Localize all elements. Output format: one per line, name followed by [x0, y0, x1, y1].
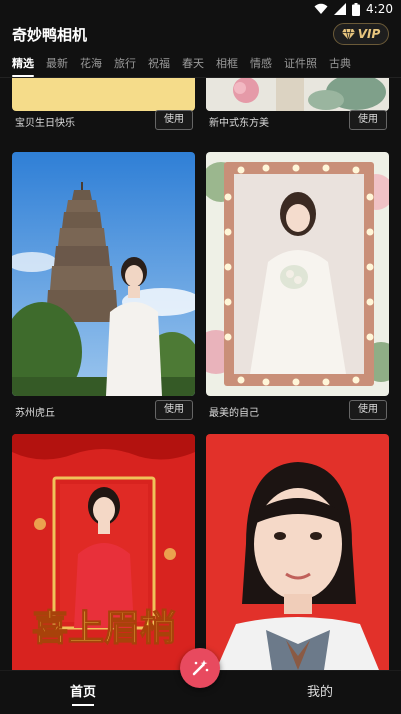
template-thumbnail [12, 78, 195, 111]
wifi-icon [314, 3, 328, 14]
template-caption: 最美的自己 [209, 408, 259, 419]
template-thumbnail [206, 152, 389, 396]
tab-latest[interactable]: 最新 [40, 52, 74, 78]
create-button[interactable] [180, 648, 220, 688]
signal-icon [334, 3, 347, 15]
template-card[interactable]: 喜上眉梢 [12, 434, 195, 670]
tab-classical[interactable]: 古典 [323, 52, 357, 78]
status-time: 4:20 [366, 2, 393, 16]
template-card[interactable]: 新中式东方美 使用 [206, 78, 389, 140]
tab-frames[interactable]: 相框 [210, 52, 244, 78]
template-card[interactable]: 宝贝生日快乐 使用 [12, 78, 195, 140]
status-bar: 4:20 [0, 0, 401, 18]
tab-flowers[interactable]: 花海 [74, 52, 108, 78]
tab-travel[interactable]: 旅行 [108, 52, 142, 78]
tab-spring[interactable]: 春天 [176, 52, 210, 78]
category-tabs: 精选 最新 花海 旅行 祝福 春天 相框 情感 证件照 古典 [0, 52, 401, 78]
template-thumbnail [206, 434, 389, 670]
vip-label: VIP [357, 27, 381, 41]
template-thumbnail [206, 78, 389, 111]
template-caption: 苏州虎丘 [15, 408, 55, 419]
use-button[interactable]: 使用 [349, 110, 387, 130]
battery-icon [352, 2, 361, 16]
template-caption: 新中式东方美 [209, 118, 269, 129]
template-card[interactable] [206, 434, 389, 670]
app-bar: 奇妙鸭相机 VIP [0, 18, 401, 52]
tab-id-photo[interactable]: 证件照 [278, 52, 323, 78]
tab-blessing[interactable]: 祝福 [142, 52, 176, 78]
use-button[interactable]: 使用 [349, 400, 387, 420]
use-button[interactable]: 使用 [155, 400, 193, 420]
tab-featured[interactable]: 精选 [0, 52, 40, 78]
tab-emotion[interactable]: 情感 [244, 52, 278, 78]
app-title: 奇妙鸭相机 [12, 26, 88, 44]
nav-home[interactable]: 首页 [70, 681, 96, 706]
banner-text: 喜上眉梢 [32, 607, 176, 649]
template-caption: 宝贝生日快乐 [15, 118, 75, 129]
use-button[interactable]: 使用 [155, 110, 193, 130]
template-feed[interactable]: 宝贝生日快乐 使用 新中式东方美 使用 苏州虎丘 使用 最美的自己 使用 喜上眉… [0, 78, 401, 670]
template-card[interactable]: 苏州虎丘 使用 [12, 152, 195, 422]
template-thumbnail: 喜上眉梢 [12, 434, 195, 670]
diamond-icon [341, 28, 355, 40]
vip-button[interactable]: VIP [333, 23, 389, 45]
template-card[interactable]: 最美的自己 使用 [206, 152, 389, 422]
nav-mine[interactable]: 我的 [307, 681, 333, 700]
template-thumbnail [12, 152, 195, 396]
magic-wand-icon [192, 660, 209, 676]
